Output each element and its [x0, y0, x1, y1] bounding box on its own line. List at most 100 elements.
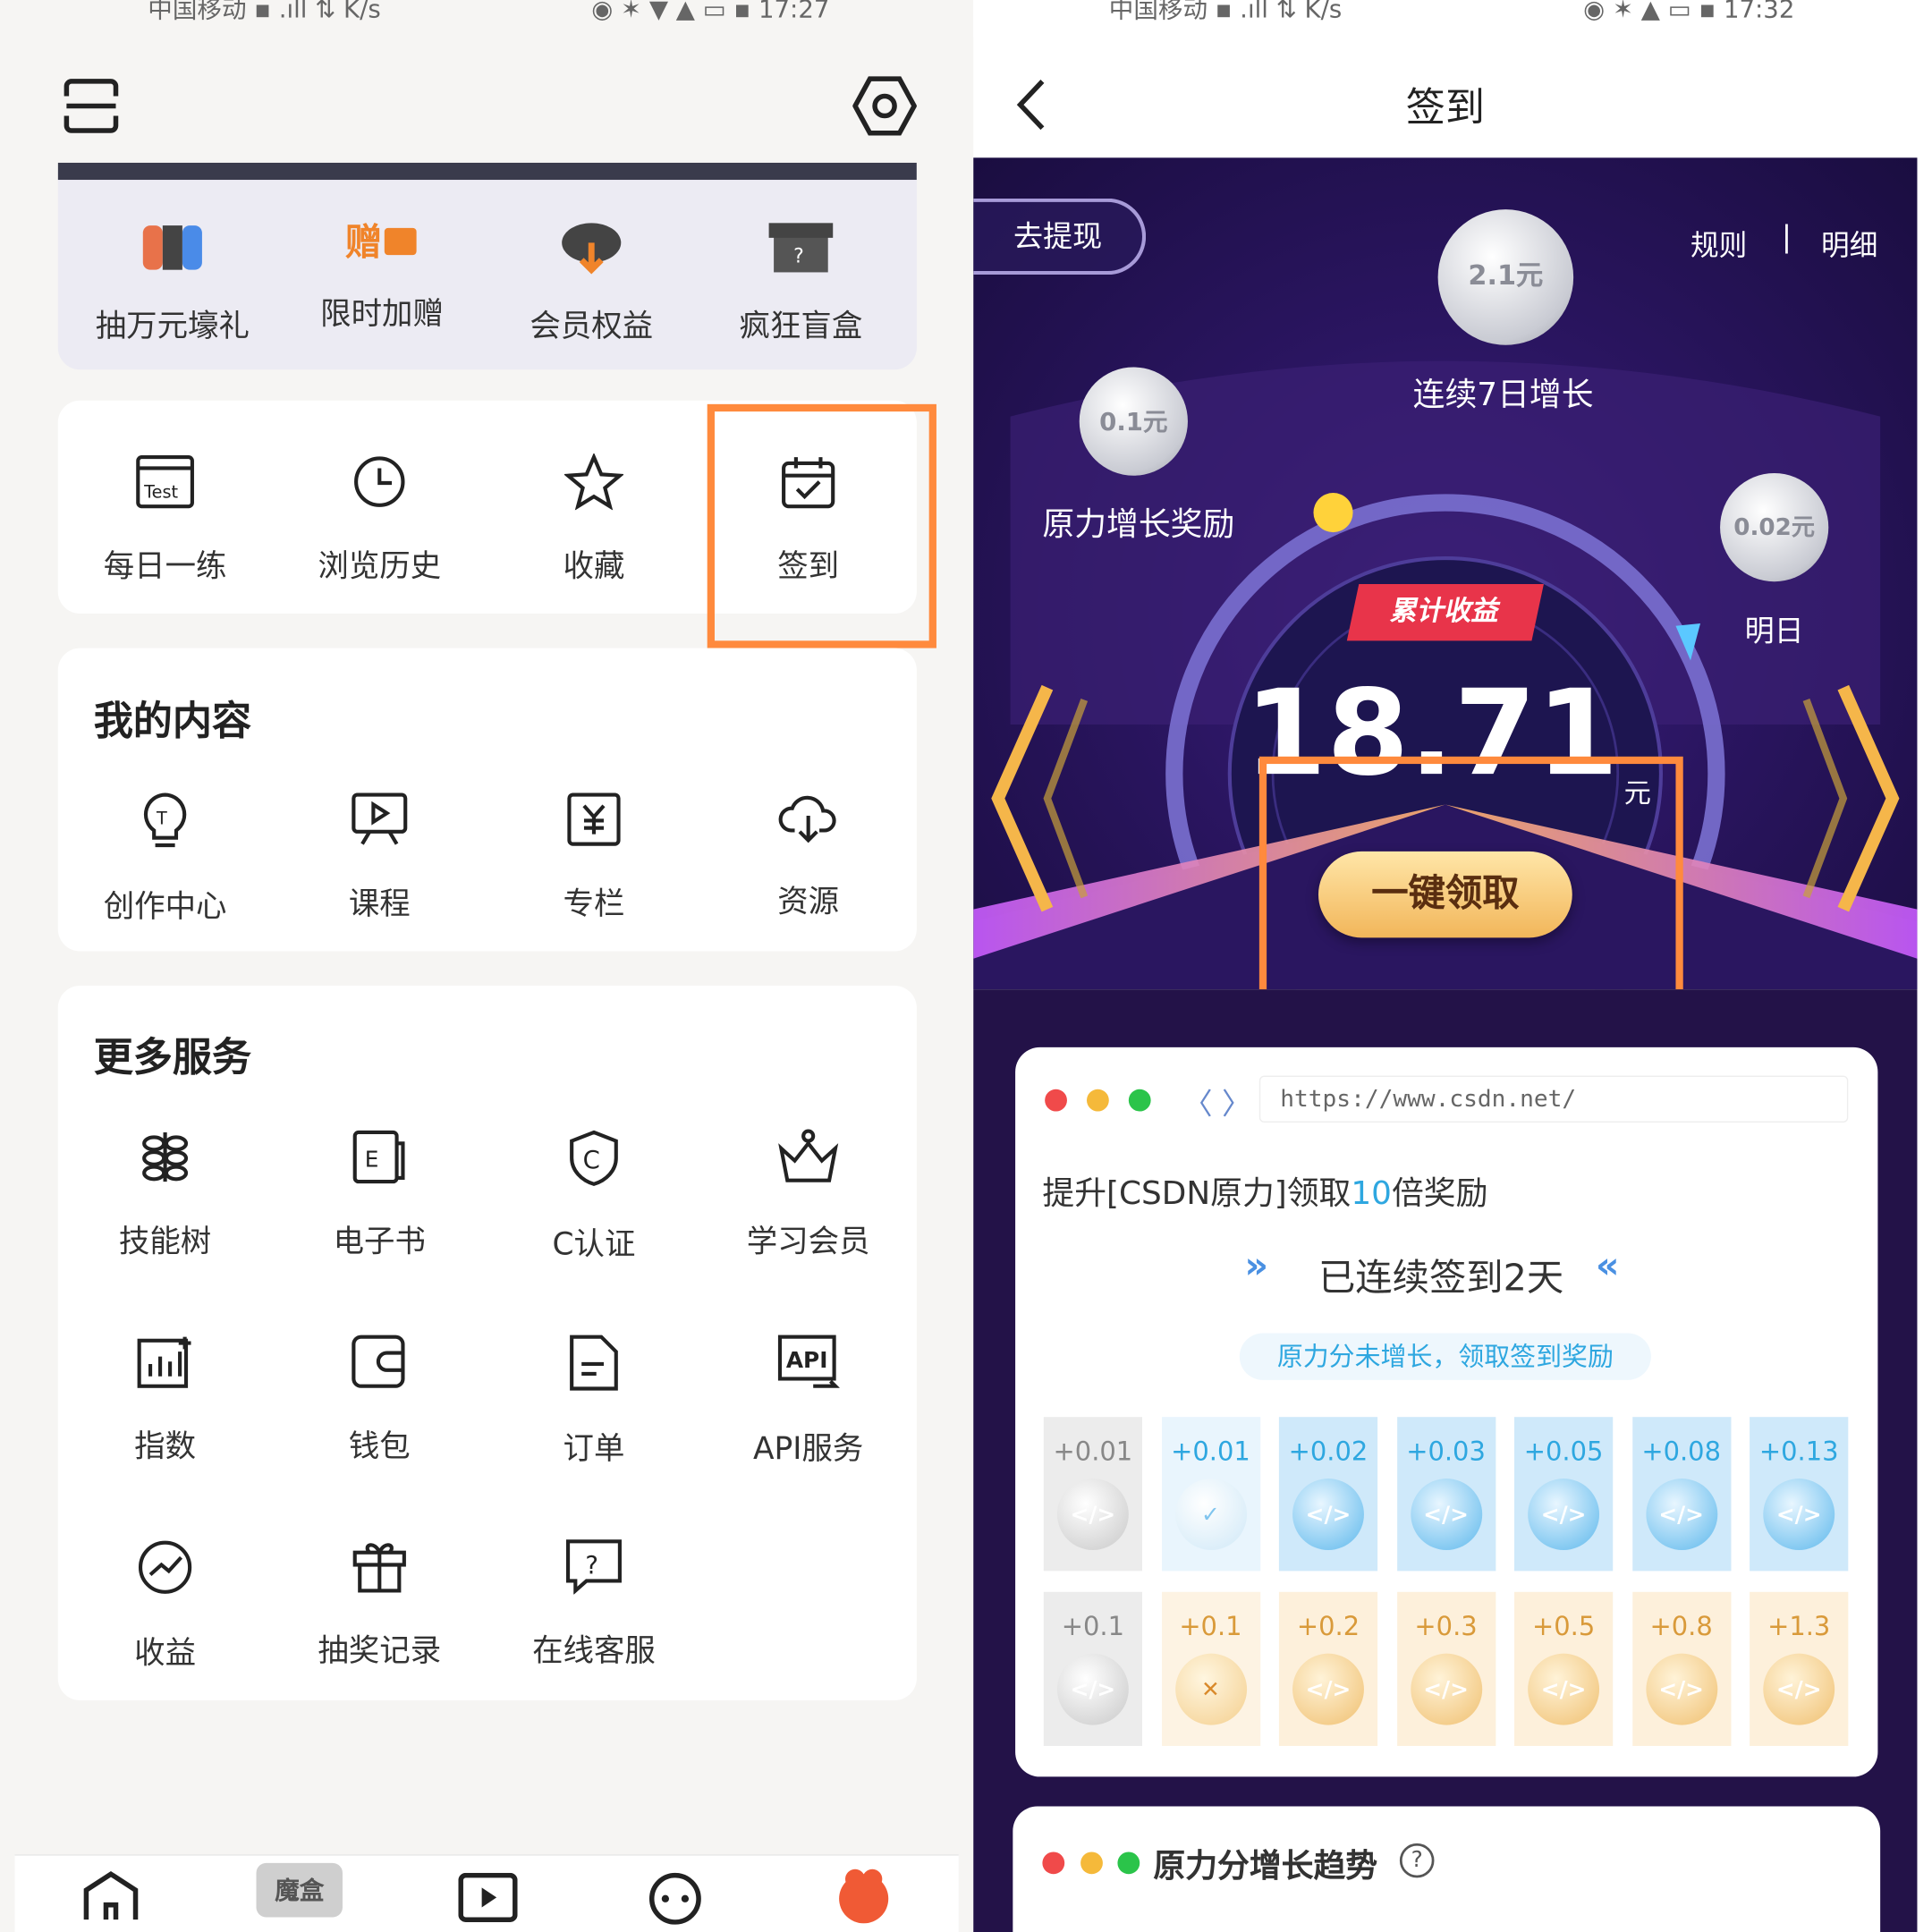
promo-item-1[interactable]: 赠限时加赠 [296, 216, 469, 334]
left-status-bar: 中国移动 ▪ .ıll ⇅ K/s [148, 0, 381, 24]
service-item-3[interactable]: 学习会员 [722, 1129, 894, 1262]
header-separator: | [1781, 219, 1792, 254]
content-item-3[interactable]: 资源 [722, 791, 894, 921]
reward-row2-day-6: +0.8 </> [1631, 1591, 1731, 1746]
chat-icon[interactable] [647, 1870, 703, 1929]
yen-book-icon [508, 791, 681, 852]
presentation-icon [293, 791, 466, 852]
quick-item-1[interactable]: 浏览历史 [293, 453, 466, 587]
api-icon: API [722, 1334, 894, 1398]
streak-note: 原力分未增长，领取签到奖励 [1239, 1333, 1651, 1380]
promo-item-2-label: 会员权益 [530, 308, 654, 344]
reward-coin-icon: ✓ [1174, 1479, 1247, 1550]
reward-row1-day-2: +0.01 ✓ [1161, 1417, 1260, 1572]
details-link[interactable]: 明细 [1821, 222, 1877, 264]
service-item-10[interactable]: ? 在线客服 [508, 1538, 681, 1671]
content-item-0-label: 创作中心 [103, 888, 227, 925]
rules-link[interactable]: 规则 [1690, 222, 1747, 264]
settings-gear-icon[interactable] [852, 74, 918, 143]
content-item-2[interactable]: 专栏 [508, 791, 681, 924]
url-field: https://www.csdn.net/ [1258, 1075, 1849, 1123]
service-item-2[interactable]: C C认证 [508, 1129, 681, 1265]
reward-row2-day-3: +0.2 </> [1278, 1591, 1378, 1746]
service-item-0-label: 技能树 [118, 1223, 212, 1259]
trend-dot-yellow [1080, 1852, 1103, 1875]
coin-tomorrow-label: 明日 [1744, 614, 1804, 648]
reward-coin-icon: </> [1292, 1479, 1364, 1550]
service-item-1-label: 电子书 [333, 1223, 426, 1259]
quick-item-0[interactable]: Test 每日一练 [79, 453, 251, 587]
promo-item-0-label: 抽万元壕礼 [95, 308, 250, 344]
service-item-7[interactable]: API API服务 [722, 1334, 894, 1470]
reward-value: +0.05 [1523, 1436, 1604, 1467]
reward-value: +0.2 [1296, 1611, 1360, 1641]
withdraw-button[interactable]: 去提现 [973, 198, 1147, 275]
quick-item-0-label: 每日一练 [103, 548, 227, 584]
reward-value: +0.8 [1649, 1611, 1713, 1641]
service-item-6[interactable]: 订单 [508, 1334, 681, 1470]
play-icon[interactable] [458, 1872, 518, 1928]
promo-item-0[interactable]: 抽万元壕礼 [86, 216, 258, 346]
promo-item-2[interactable]: 会员权益 [505, 216, 678, 346]
svg-text:API: API [786, 1347, 828, 1373]
trend-dot-red [1042, 1852, 1065, 1875]
streak-text: 已连续签到2天 [1318, 1257, 1564, 1301]
reward-row2-day-1: +0.1 </> [1043, 1591, 1142, 1746]
reward-coin-icon: </> [1645, 1479, 1717, 1550]
reward-value: +0.1 [1179, 1611, 1242, 1641]
chevrons-left-icon: « [1595, 1244, 1620, 1288]
service-item-1[interactable]: E 电子书 [293, 1129, 466, 1262]
svg-text:?: ? [585, 1551, 598, 1580]
reward-row1-day-6: +0.08 </> [1631, 1417, 1731, 1572]
service-item-10-label: 在线客服 [532, 1632, 656, 1669]
reward-value: +0.03 [1406, 1436, 1486, 1467]
reward-value: +0.3 [1414, 1611, 1478, 1641]
back-arrow-icon[interactable] [1013, 76, 1049, 138]
reward-row2-day-7: +1.3 </> [1750, 1591, 1849, 1746]
more-services-title: 更多服务 [93, 1033, 252, 1081]
quick-item-2-label: 收藏 [563, 548, 625, 584]
blindbox-icon[interactable]: 魔盒 [256, 1862, 343, 1918]
reward-value: +0.1 [1061, 1611, 1125, 1641]
service-item-8[interactable]: 收益 [79, 1538, 251, 1674]
service-item-5[interactable]: 钱包 [293, 1334, 466, 1467]
right-status-time: ◉ ✶ ▲ ▭ ▪ 17:32 [1583, 0, 1795, 24]
profile-icon[interactable] [833, 1867, 894, 1928]
service-item-0[interactable]: 技能树 [79, 1129, 251, 1262]
svg-text:C: C [583, 1146, 600, 1174]
reward-value: +0.01 [1053, 1436, 1133, 1467]
help-icon[interactable]: ? [1399, 1843, 1435, 1878]
gift-box-icon [293, 1538, 466, 1599]
content-item-2-label: 专栏 [563, 886, 625, 922]
quick-item-2[interactable]: 收藏 [508, 452, 681, 587]
reward-coin-icon: </> [1528, 1653, 1600, 1725]
window-dot-yellow [1086, 1089, 1109, 1112]
document-icon [508, 1334, 681, 1398]
mystery-box-icon: ? [715, 216, 887, 282]
service-item-4[interactable]: 指数 [79, 1334, 251, 1467]
accumulated-badge: 累计收益 [1346, 583, 1544, 641]
scan-icon[interactable] [62, 76, 121, 140]
page-title: 签到 [1405, 83, 1485, 131]
reward-coin-icon: </> [1056, 1479, 1129, 1550]
service-item-8-label: 收益 [134, 1635, 197, 1671]
service-item-3-label: 学习会员 [746, 1223, 870, 1259]
browser-nav-arrows: 〈 〉 [1182, 1086, 1252, 1122]
content-item-0[interactable]: T 创作中心 [79, 791, 251, 927]
reward-row2-day-5: +0.5 </> [1514, 1591, 1614, 1746]
highlight-checkin-box [707, 403, 936, 648]
left-status-time: ◉ ✶ ▼ ▲ ▭ ▪ 17:27 [591, 0, 830, 24]
right-status-bar: 中国移动 ▪ .ıll ⇅ K/s [1108, 0, 1343, 24]
promo-item-3[interactable]: ? 疯狂盲盒 [715, 216, 887, 346]
coin-growth-label: 原力增长奖励 [1042, 506, 1235, 544]
star-icon [508, 452, 681, 515]
test-icon: Test [79, 453, 251, 515]
service-item-9[interactable]: 抽奖记录 [293, 1538, 466, 1671]
reward-coin-icon: </> [1410, 1479, 1482, 1550]
highlight-claim-box [1258, 756, 1683, 1008]
coin-7day: 2.1元 [1437, 209, 1574, 345]
window-dot-red [1045, 1089, 1067, 1112]
reward-row2-day-2: +0.1 ✕ [1161, 1591, 1260, 1746]
home-icon[interactable] [81, 1870, 140, 1925]
content-item-1[interactable]: 课程 [293, 791, 466, 924]
